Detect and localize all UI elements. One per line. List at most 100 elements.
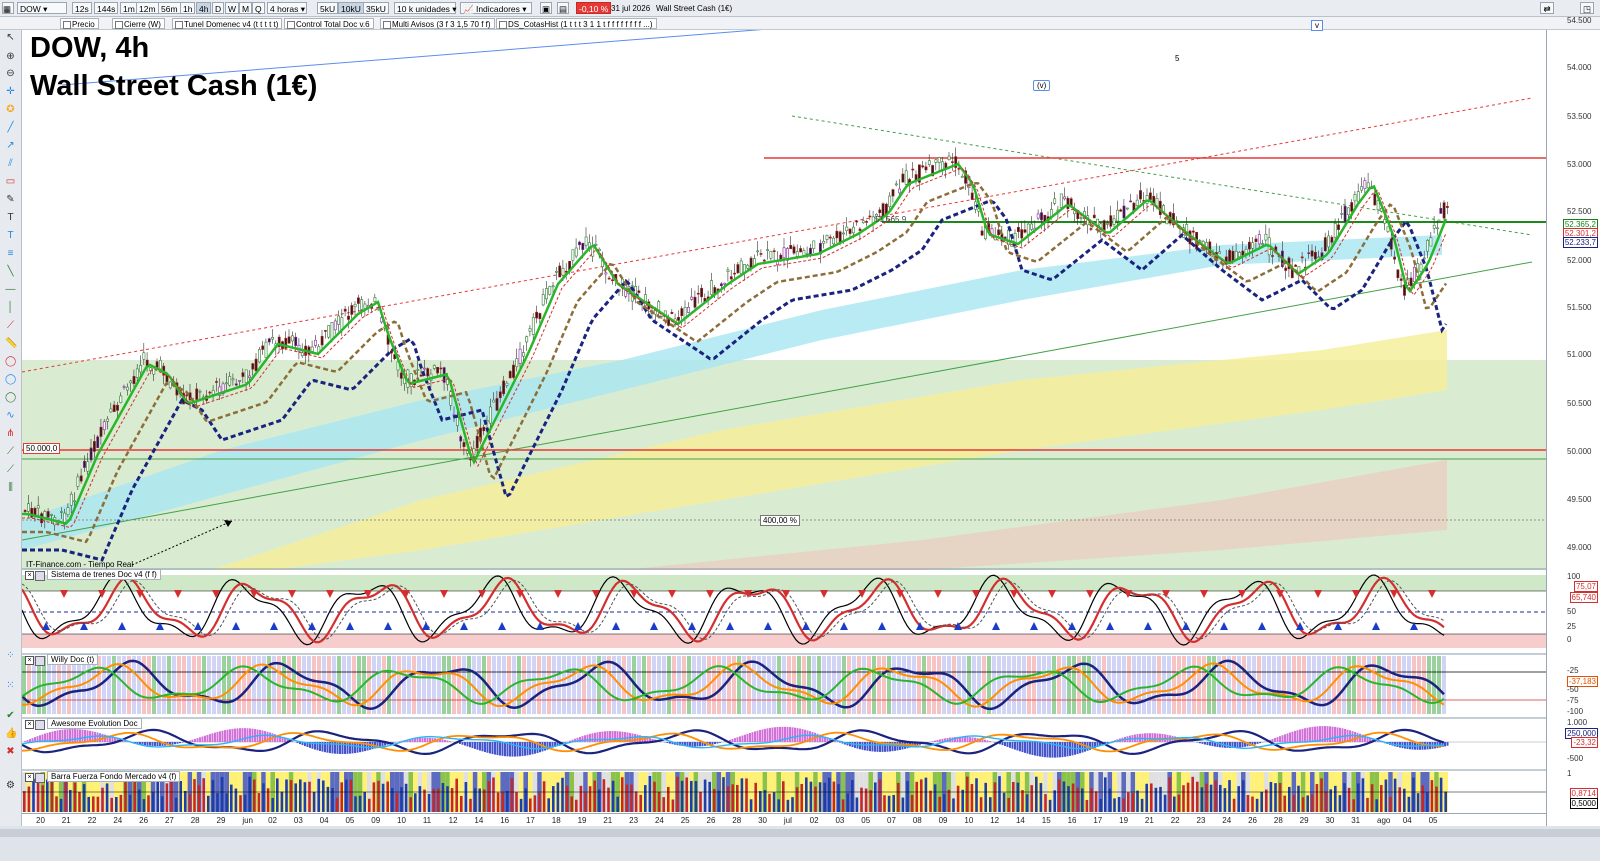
circle-icon[interactable]: ◯: [5, 374, 16, 385]
dots-icon[interactable]: ⁘: [5, 650, 16, 661]
awesome-bar: [591, 733, 594, 742]
tf-12m[interactable]: 12m: [136, 2, 159, 14]
tick-5kU[interactable]: 5kU: [317, 2, 339, 14]
candle-body: [59, 511, 63, 513]
period-select[interactable]: 4 horas ▾: [267, 2, 307, 14]
panel-header-trenes[interactable]: × Sistema de trenes Doc v4 (f f): [23, 569, 161, 581]
willy-bg-bar: [947, 656, 951, 714]
tick-35kU[interactable]: 35kU: [363, 2, 389, 14]
tf-56m[interactable]: 56m: [158, 2, 181, 14]
hline-icon[interactable]: —: [5, 284, 16, 295]
close-icon[interactable]: ×: [25, 571, 34, 580]
candle-body: [89, 447, 93, 461]
panel-header-awesome[interactable]: × Awesome Evolution Doc: [23, 718, 142, 730]
sync-icon[interactable]: ⇄: [1540, 2, 1554, 14]
panel-header-barra[interactable]: × Barra Fuerza Fondo Mercado v4 (f): [23, 771, 181, 783]
overlay-control-total[interactable]: Control Total Doc v.6: [284, 18, 374, 29]
panel-settings-icon[interactable]: [35, 571, 45, 581]
maximize-icon[interactable]: ◳: [1580, 2, 1594, 14]
ruler-icon[interactable]: 📏: [5, 338, 17, 349]
tf-144s[interactable]: 144s: [94, 2, 119, 14]
horizontal-scrollbar[interactable]: [0, 829, 1600, 837]
cycle-icon[interactable]: ⫼: [5, 482, 16, 493]
wave-icon[interactable]: ∿: [5, 410, 16, 421]
tf-D[interactable]: D: [212, 2, 225, 14]
trendline-icon[interactable]: ╱: [5, 122, 16, 133]
vline-icon[interactable]: │: [5, 302, 16, 313]
panel4-tick: 1: [1567, 769, 1572, 778]
ray-icon[interactable]: ⟋: [5, 320, 16, 331]
tf-1h[interactable]: 1h: [180, 2, 196, 14]
awesome-bar: [669, 742, 671, 744]
text-icon[interactable]: T: [5, 212, 16, 223]
tf-W[interactable]: W: [225, 2, 240, 14]
label-icon[interactable]: T: [5, 230, 16, 241]
tf-12s[interactable]: 12s: [72, 2, 92, 14]
channel-icon[interactable]: ⫽: [5, 158, 16, 169]
awesome-bar: [1316, 726, 1319, 742]
time-axis[interactable]: 20 21 22 24 26 27 28 29 jun 02 03 04 05 09 10 11 12 14 16 1…: [22, 813, 1546, 826]
toolbar-menu-icon[interactable]: ▦: [2, 2, 14, 14]
buy-signal-icon: [194, 622, 202, 630]
delete-icon[interactable]: ✖: [5, 746, 16, 757]
fibonacci-icon[interactable]: ≡: [5, 248, 16, 259]
circle-green-icon[interactable]: ◯: [5, 392, 16, 403]
panel-settings-icon[interactable]: [35, 656, 45, 666]
panel-settings-icon[interactable]: [35, 720, 45, 730]
close-icon[interactable]: ×: [25, 656, 34, 665]
crosshair-icon[interactable]: ✛: [5, 86, 16, 97]
willy-bg-bar: [327, 656, 331, 714]
willy-bg-bar: [697, 656, 701, 714]
candle-body: [980, 230, 984, 236]
willy-bg-bar: [172, 656, 176, 714]
pattern-icon[interactable]: ⁙: [5, 680, 16, 691]
awesome-bar: [734, 738, 736, 742]
cursor-icon[interactable]: ↖: [5, 32, 16, 43]
fuerza-bar: [372, 782, 376, 812]
zoom-out-icon[interactable]: ⊖: [5, 68, 16, 79]
tf-Q[interactable]: Q: [252, 2, 265, 14]
tick-10kU[interactable]: 10kU: [338, 2, 364, 14]
price-axis[interactable]: 54.500 54.000 53.500 53.000 52.500 52.00…: [1546, 16, 1600, 830]
tf-4h[interactable]: 4h: [196, 2, 212, 14]
tf-M[interactable]: M: [239, 2, 253, 14]
overlay-multi-avisos[interactable]: Multi Avisos (3 f 3 1,5 70 f f): [380, 18, 495, 29]
fan-icon[interactable]: ⟋: [5, 464, 16, 475]
overlay-tunel[interactable]: Tunel Domenec v4 (t t t t t): [172, 18, 283, 29]
line-green-icon[interactable]: ╲: [5, 266, 16, 277]
ellipse-icon[interactable]: ◯: [5, 356, 16, 367]
gann-icon[interactable]: ⟋: [5, 446, 16, 457]
awesome-bar: [666, 742, 669, 744]
thumbs-icon[interactable]: 👍: [5, 728, 17, 739]
fuerza-bar: [262, 783, 265, 812]
close-icon[interactable]: ×: [25, 720, 34, 729]
lock-icon[interactable]: ▤: [557, 2, 569, 14]
arrow-icon[interactable]: ↗: [5, 140, 16, 151]
units-select[interactable]: 10 k unidades ▾: [394, 2, 457, 14]
overlay-cierre[interactable]: Cierre (W): [112, 18, 165, 29]
indicators-button[interactable]: 📈 Indicadores ▾: [460, 2, 532, 14]
symbol-label: DOW: [20, 4, 41, 14]
panel-settings-icon[interactable]: [35, 773, 45, 783]
overlay-cotas-hist[interactable]: DS_CotasHist (1 t t t 3 1 1 t f f f f f …: [496, 18, 657, 29]
willy-bg-bar: [147, 656, 151, 714]
fuerza-bar: [1380, 785, 1383, 812]
bell-icon[interactable]: ✪: [5, 104, 16, 115]
overlay-precio[interactable]: Precio: [60, 18, 99, 29]
panel-header-willy[interactable]: × Willy Doc (t): [23, 654, 99, 666]
sell-signal-icon: [1428, 590, 1436, 598]
zoom-in-icon[interactable]: ⊕: [5, 51, 16, 62]
candle-body: [320, 336, 324, 346]
awesome-bar: [1336, 727, 1339, 742]
pitchfork-icon[interactable]: ⋔: [5, 428, 16, 439]
check-icon[interactable]: ✔: [5, 710, 16, 721]
rectangle-icon[interactable]: ▭: [5, 176, 16, 187]
pen-icon[interactable]: ✎: [5, 194, 16, 205]
indicators-label: Indicadores: [475, 4, 520, 14]
settings-icon[interactable]: ▣: [540, 2, 552, 14]
symbol-select[interactable]: DOW ▾: [17, 2, 67, 14]
close-icon[interactable]: ×: [25, 773, 34, 782]
magnet-icon[interactable]: ⚙: [5, 780, 16, 791]
price-chart[interactable]: [22, 30, 1546, 813]
awesome-bar: [501, 742, 504, 756]
